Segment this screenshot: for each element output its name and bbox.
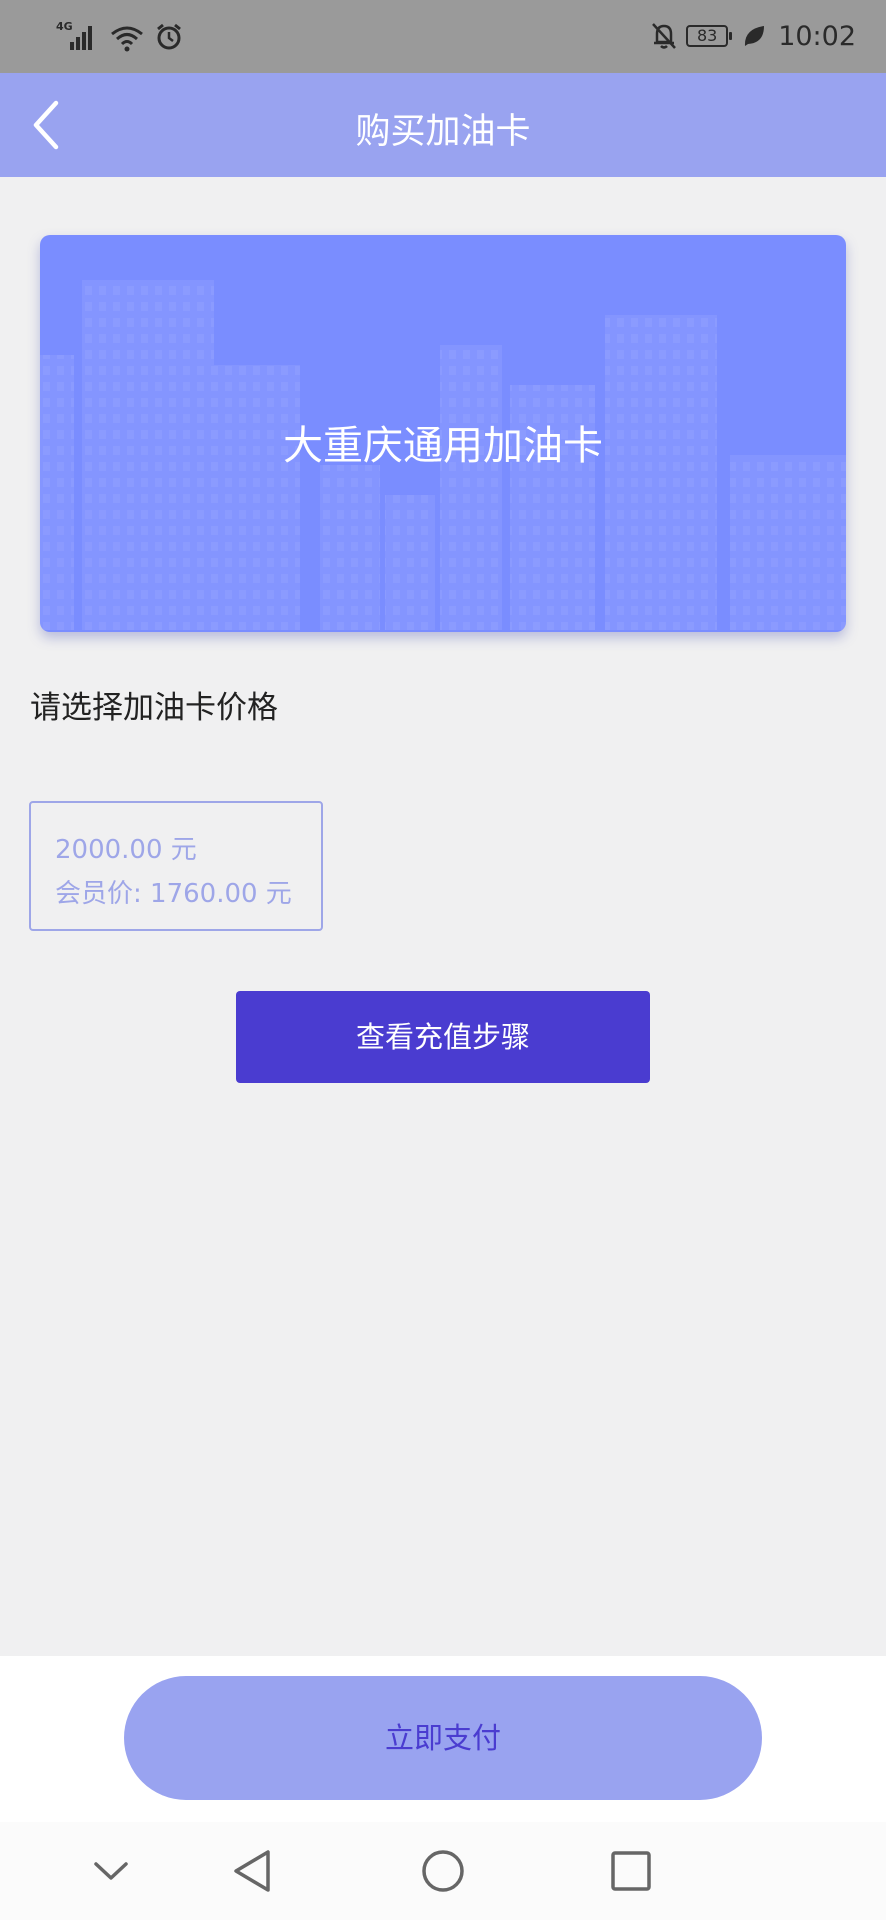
triangle-back-icon <box>234 1850 270 1892</box>
circle-home-icon <box>422 1850 464 1892</box>
status-bar: 4G 83 10:02 <box>0 0 886 73</box>
wifi-icon <box>111 26 143 52</box>
sys-hide-button[interactable] <box>86 1846 136 1896</box>
battery-indicator: 83 <box>686 25 733 47</box>
select-price-label: 请选择加油卡价格 <box>30 690 278 726</box>
sys-home-button[interactable] <box>418 1846 468 1896</box>
bell-off-icon <box>652 23 677 49</box>
leaf-icon <box>745 26 765 46</box>
member-price-value: 会员价: 1760.00 元 <box>55 879 292 909</box>
pay-footer: 立即支付 <box>0 1656 886 1822</box>
status-left: 4G <box>56 20 184 52</box>
sys-back-button[interactable] <box>228 1846 278 1896</box>
page-title: 购买加油卡 <box>355 112 531 152</box>
status-right: 83 10:02 <box>650 18 856 54</box>
system-navigation-bar <box>0 1822 886 1920</box>
price-value: 2000.00 元 <box>55 835 197 865</box>
card-title: 大重庆通用加油卡 <box>283 423 603 469</box>
header-bar: 购买加油卡 <box>0 73 886 177</box>
price-option[interactable]: 2000.00 元 会员价: 1760.00 元 <box>29 801 323 931</box>
view-steps-button[interactable]: 查看充值步骤 <box>236 991 650 1083</box>
sys-recent-button[interactable] <box>606 1846 656 1896</box>
signal-icon: 4G <box>56 20 100 52</box>
fuel-card-banner: 大重庆通用加油卡 <box>40 235 846 632</box>
square-recent-icon <box>611 1851 651 1891</box>
pay-now-button[interactable]: 立即支付 <box>124 1676 762 1800</box>
network-type: 4G <box>56 20 73 33</box>
status-time: 10:02 <box>778 20 856 52</box>
purchase-fuel-card-screen: 4G 83 10:02 购买加油卡 大重庆通用加油卡 请选择加油卡价格 2000… <box>0 0 886 1920</box>
chevron-down-icon <box>94 1862 128 1880</box>
alarm-icon <box>157 23 181 50</box>
